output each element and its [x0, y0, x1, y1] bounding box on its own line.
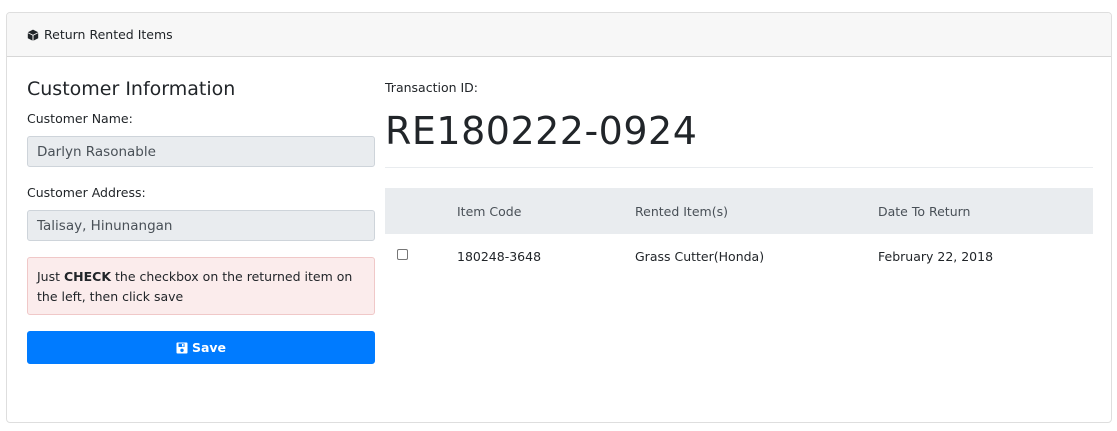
header-checkbox-column — [385, 188, 457, 234]
rented-item-cell: Grass Cutter(Honda) — [635, 248, 765, 264]
customer-address-label: Customer Address: — [27, 185, 146, 200]
customer-info-section: Customer Information Customer Name: Darl… — [27, 77, 375, 364]
return-rented-items-card: Return Rented Items Customer Information… — [6, 12, 1112, 423]
rented-items-table: Item Code Rented Item(s) Date To Return … — [385, 188, 1093, 278]
floppy-disk-icon — [176, 342, 188, 354]
instruction-emphasis: CHECK — [64, 269, 112, 284]
transaction-section: Transaction ID: RE180222-0924 Item Code … — [385, 77, 1093, 278]
date-to-return-cell: February 22, 2018 — [878, 248, 994, 264]
header-date-to-return: Date To Return — [878, 188, 1093, 234]
divider — [385, 167, 1093, 168]
header-item-code: Item Code — [457, 188, 635, 234]
customer-name-label: Customer Name: — [27, 111, 133, 126]
table-header-row: Item Code Rented Item(s) Date To Return — [385, 188, 1093, 234]
instruction-prefix: Just — [37, 269, 64, 284]
table-row: 180248-3648 Grass Cutter(Honda) February… — [385, 234, 1093, 278]
cube-icon — [27, 29, 39, 41]
transaction-id-value: RE180222-0924 — [385, 109, 698, 153]
header-rented-items: Rented Item(s) — [635, 188, 878, 234]
card-header: Return Rented Items — [7, 13, 1111, 57]
save-button[interactable]: Save — [27, 331, 375, 364]
customer-name-field[interactable]: Darlyn Rasonable — [27, 136, 375, 167]
customer-address-field[interactable]: Talisay, Hinunangan — [27, 210, 375, 241]
customer-info-heading: Customer Information — [27, 78, 236, 100]
save-button-label: Save — [191, 340, 227, 355]
transaction-id-label: Transaction ID: — [385, 80, 479, 95]
row-checkbox-cell — [385, 234, 457, 278]
card-header-title: Return Rented Items — [44, 27, 173, 42]
item-code-cell: 180248-3648 — [457, 248, 542, 264]
return-item-checkbox[interactable] — [397, 248, 408, 260]
instruction-alert: Just CHECK the checkbox on the returned … — [27, 257, 375, 315]
